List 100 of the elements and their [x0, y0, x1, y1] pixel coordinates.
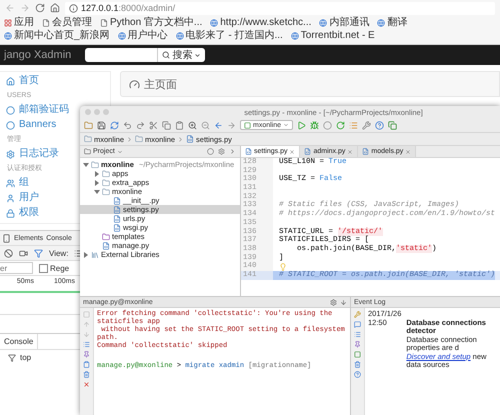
filter-field[interactable]: er	[0, 262, 33, 274]
sidebar-link[interactable]: 用户	[0, 192, 45, 204]
page-icon	[100, 19, 108, 27]
sidebar-link[interactable]: 组	[0, 177, 35, 189]
disclosure-triangle-icon[interactable]	[94, 180, 100, 186]
sidebar-link[interactable]: 权限	[0, 207, 45, 219]
reload-icon[interactable]	[35, 3, 45, 13]
caret-icon	[116, 148, 123, 154]
trash-icon[interactable]	[354, 361, 361, 368]
device-icon[interactable]	[2, 234, 11, 242]
site-brand[interactable]: jango Xadmin	[4, 49, 72, 61]
bookmark-link[interactable]: 应用	[4, 17, 34, 29]
circle-icon	[6, 120, 15, 130]
globe-icon	[290, 32, 299, 40]
bookmark-link[interactable]: http://www.sketchc...	[210, 17, 312, 29]
search-button[interactable]: 搜索	[157, 48, 206, 62]
zoom-out-icon[interactable]	[201, 120, 210, 130]
pin-icon[interactable]	[354, 341, 361, 348]
stop-icon[interactable]	[4, 248, 13, 258]
chevron-icon	[126, 136, 134, 142]
folder-icon[interactable]	[84, 120, 93, 130]
user-icon	[6, 194, 15, 202]
bookmark-link[interactable]: Python 官方文档中...	[100, 17, 202, 29]
globe-icon	[210, 19, 218, 27]
globe-icon	[377, 19, 386, 27]
library-icon	[91, 250, 99, 258]
caret-icon	[283, 122, 290, 128]
caret-icon	[194, 52, 202, 58]
close-icon	[289, 148, 296, 154]
python-file-icon	[102, 242, 110, 250]
disclosure-triangle-icon[interactable]	[94, 170, 100, 176]
debug-icon[interactable]	[310, 120, 320, 130]
cut-icon[interactable]	[149, 120, 158, 130]
bookmark-link[interactable]: 会员管理	[42, 17, 92, 29]
globe-icon	[319, 19, 328, 27]
close-icon[interactable]	[83, 381, 90, 388]
chevron-icon	[177, 136, 184, 142]
python-file-icon	[245, 148, 252, 155]
undo-icon[interactable]	[123, 120, 132, 130]
home-icon	[6, 76, 15, 86]
search-icon[interactable]	[188, 120, 197, 130]
page-title: 主页面	[144, 78, 177, 92]
disclosure-triangle-icon[interactable]	[94, 188, 100, 194]
copy-icon[interactable]	[162, 120, 171, 130]
help-icon[interactable]	[375, 120, 384, 130]
lightbulb-icon	[279, 262, 287, 271]
camera-icon[interactable]	[19, 248, 28, 258]
lock-icon	[6, 208, 15, 218]
bookmark-link[interactable]: 电影来了 - 打造国内...	[176, 30, 283, 42]
python-file-icon	[186, 135, 194, 143]
folder-icon	[84, 135, 92, 143]
search-field[interactable]	[85, 48, 158, 62]
python-file-icon	[362, 148, 370, 155]
disclosure-triangle-icon[interactable]	[83, 162, 89, 168]
sync-icon[interactable]	[110, 120, 119, 130]
project-icon	[84, 148, 91, 155]
sidebar-link[interactable]: 邮箱验证码	[0, 104, 75, 116]
trash-icon[interactable]	[83, 371, 90, 378]
users-icon	[6, 178, 15, 188]
save-icon[interactable]	[97, 120, 106, 130]
pin-icon[interactable]	[83, 351, 90, 358]
folder-icon	[102, 232, 110, 240]
folder-icon	[135, 135, 144, 143]
sidebar-link[interactable]: 日志记录	[0, 148, 65, 160]
balloon-icon[interactable]	[354, 321, 361, 328]
paste-icon[interactable]	[175, 120, 184, 130]
help-icon[interactable]	[354, 371, 361, 378]
redo-icon[interactable]	[136, 120, 145, 130]
bookmark-link[interactable]: 内部通讯	[319, 17, 370, 29]
info-icon	[69, 4, 78, 12]
close-icon	[405, 148, 412, 154]
globe-icon	[118, 32, 126, 40]
filter-icon	[8, 354, 16, 362]
globe-icon	[4, 32, 12, 40]
bookmark-link[interactable]: Torrentbit.net - E	[290, 30, 375, 42]
page-icon	[42, 19, 50, 27]
run-icon[interactable]	[297, 120, 306, 130]
apps-grid-icon	[4, 19, 12, 27]
folder-icon	[91, 160, 99, 168]
circle-icon	[6, 106, 15, 114]
bookmark-link[interactable]: 翻译	[377, 17, 408, 29]
sidebar-link[interactable]: 首页	[0, 75, 45, 87]
address-field[interactable]: 127.0.0.1:8000/xadmin/	[65, 2, 495, 14]
globe-icon	[176, 32, 184, 40]
close-icon	[347, 148, 354, 154]
bookmark-link[interactable]: 用户中心	[118, 30, 168, 42]
dashboard-icon	[129, 78, 140, 90]
context-selector[interactable]: top	[20, 353, 32, 362]
forward-icon[interactable]	[227, 120, 236, 130]
regex-checkbox[interactable]: Rege	[39, 264, 70, 272]
home-icon[interactable]	[50, 3, 60, 13]
sidebar-link[interactable]: Banners	[0, 119, 62, 131]
python-file-icon	[304, 148, 312, 155]
search-icon	[162, 51, 170, 59]
filter-icon[interactable]	[34, 248, 43, 258]
view-label: View:	[49, 248, 68, 258]
bookmark-link[interactable]: 新闻中心首页_新浪网	[4, 30, 110, 42]
disclosure-triangle-icon[interactable]	[83, 252, 89, 258]
gear-icon	[6, 150, 15, 158]
back-icon[interactable]	[214, 120, 223, 130]
